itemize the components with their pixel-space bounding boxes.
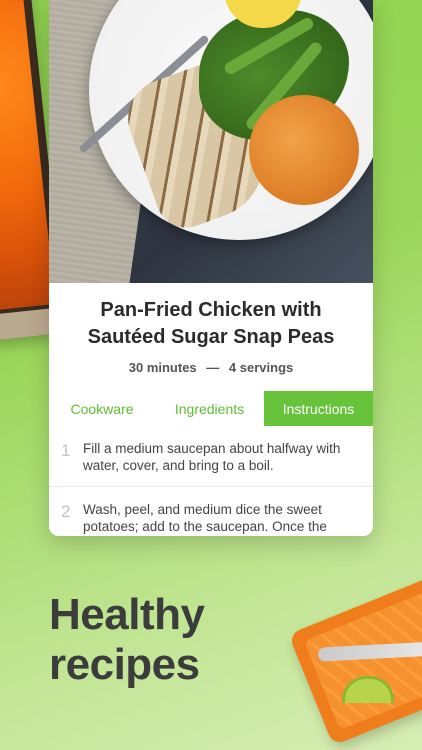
recipe-photo [49,0,373,283]
recipe-duration: 30 minutes [128,360,197,375]
recipe-tabs: Cookware Ingredients Instructions [49,391,373,426]
promo-headline: Healthy recipes [49,590,205,690]
recipe-meta: 30 minutes — 4 servings [49,360,373,375]
recipe-header: Pan-Fried Chicken with Sautéed Sugar Sna… [49,283,373,375]
list-item: 2 Wash, peel, and medium dice the sweet … [49,487,373,536]
step-text: Wash, peel, and medium dice the sweet po… [83,502,327,534]
orange-food-graphic [0,0,56,315]
recipe-card: Pan-Fried Chicken with Sautéed Sugar Sna… [49,0,373,536]
headline-line-1: Healthy [49,590,205,639]
tab-cookware[interactable]: Cookware [49,391,155,426]
meta-separator: — [206,360,220,375]
recipe-servings: 4 servings [228,360,294,375]
list-item: 1 Fill a medium saucepan about halfway w… [49,426,373,487]
sweet-potato-graphic [249,95,359,205]
tab-instructions[interactable]: Instructions [264,391,373,426]
step-number: 2 [61,502,71,521]
step-text: Fill a medium saucepan about halfway wit… [83,441,341,473]
instructions-list: 1 Fill a medium saucepan about halfway w… [49,426,373,536]
tab-ingredients[interactable]: Ingredients [155,391,264,426]
step-number: 1 [61,441,71,460]
cutting-board-graphic [288,574,422,746]
recipe-title: Pan-Fried Chicken with Sautéed Sugar Sna… [87,299,335,348]
headline-line-2: recipes [49,640,200,689]
